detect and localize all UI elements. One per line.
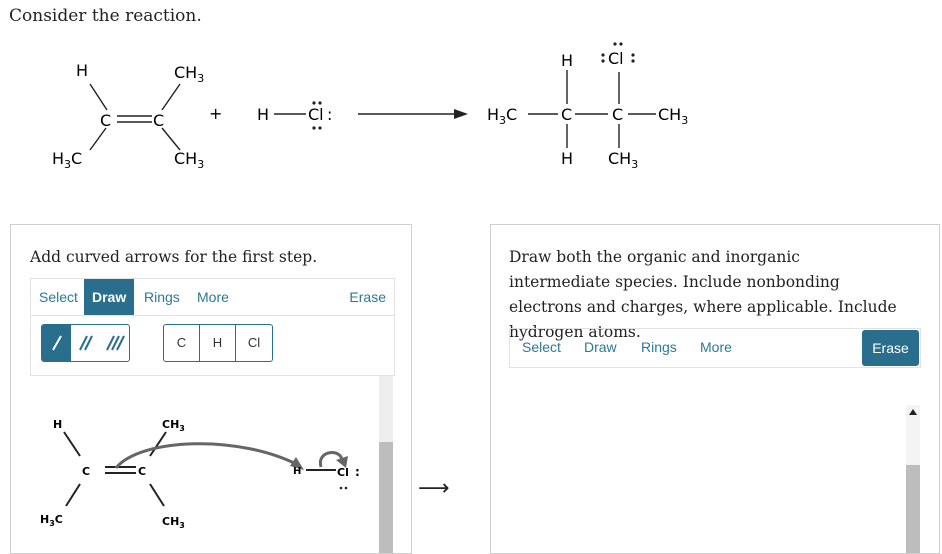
reaction-arrowhead — [454, 109, 468, 119]
atom-group: C H Cl — [163, 324, 273, 362]
p-h-top: H — [561, 51, 573, 70]
question-intro: Consider the reaction. — [9, 6, 202, 26]
svg-text:H3C: H3C — [487, 105, 517, 127]
cv-c-right: C — [138, 465, 146, 478]
r1-c-left: C — [100, 111, 111, 130]
p-c2: C — [612, 105, 623, 124]
svg-text:CH3: CH3 — [162, 515, 185, 530]
reaction-scheme: H CH3 C C H3C CH3 + H Cl : H3C C C H Cl … — [52, 42, 688, 171]
p-cl: Cl — [608, 49, 624, 68]
between-arrow: ⟶ — [418, 476, 450, 501]
right-toolbar: Select Draw Rings More Erase — [509, 328, 921, 368]
r1-h3c: H — [52, 149, 64, 168]
right-scrollbar-thumb[interactable] — [906, 465, 920, 553]
p-ch3-bottom: CH — [608, 149, 631, 168]
p-ch3-right: CH — [658, 105, 681, 124]
r1-ch3-bottom: CH — [174, 149, 197, 168]
cv-h-hcl: H — [293, 466, 301, 477]
svg-text:CH3: CH3 — [174, 149, 204, 171]
hcl-cl: Cl — [308, 105, 324, 124]
single-bond-button[interactable] — [42, 325, 71, 361]
cv-c-left: C — [82, 465, 90, 478]
svg-text:CH3: CH3 — [658, 105, 688, 127]
atom-c-button[interactable]: C — [164, 325, 200, 361]
svg-text:H3C: H3C — [40, 513, 63, 528]
svg-text:CH3: CH3 — [174, 63, 204, 85]
p-h-bottom: H — [561, 149, 573, 168]
cv-ch3-top: CH — [162, 418, 179, 431]
intermediate-panel: Draw both the organic and inorganic inte… — [490, 224, 940, 554]
triple-bond-button[interactable] — [100, 325, 129, 361]
atom-h-button[interactable]: H — [200, 325, 236, 361]
p-c1: C — [561, 105, 572, 124]
cv-h-left: H — [53, 418, 62, 431]
drawing-canvas[interactable]: H C C CH3 H3C CH3 H Cl : — [30, 376, 380, 551]
hcl-colon: : — [327, 105, 332, 124]
right-select-tab[interactable]: Select — [514, 329, 569, 365]
r1-ch3-top: CH — [174, 63, 197, 82]
left-scrollbar-thumb[interactable] — [379, 442, 393, 553]
right-drawing-canvas[interactable] — [509, 405, 904, 553]
left-instruction: Add curved arrows for the first step. — [30, 248, 318, 266]
svg-text:CH3: CH3 — [162, 418, 185, 433]
right-rings-tab[interactable]: Rings — [633, 329, 685, 365]
cv-colon: : — [355, 465, 360, 479]
atom-cl-button[interactable]: Cl — [236, 325, 272, 361]
right-more-tab[interactable]: More — [692, 329, 740, 365]
r1-c-right: C — [153, 111, 164, 130]
double-bond-button[interactable] — [71, 325, 100, 361]
more-tab[interactable]: More — [189, 279, 237, 315]
select-tab[interactable]: Select — [31, 279, 86, 315]
draw-tab[interactable]: Draw — [84, 279, 135, 315]
r1-h-left: H — [76, 61, 88, 80]
left-toolbar: Select Draw Rings More Erase — [30, 278, 395, 316]
cv-cl: Cl — [337, 466, 349, 479]
bond-group — [41, 324, 130, 362]
curved-arrow-panel: Add curved arrows for the first step. Se… — [10, 224, 412, 554]
triple-bond-icon — [105, 335, 125, 351]
erase-link[interactable]: Erase — [341, 279, 394, 315]
svg-text:H3C: H3C — [52, 149, 82, 171]
single-bond-icon — [51, 335, 62, 351]
scroll-up-icon[interactable] — [908, 408, 918, 416]
plus-sign: + — [209, 104, 222, 123]
bond-atom-toolbar: C H Cl — [30, 316, 395, 376]
cv-ch3-bottom: CH — [162, 515, 179, 528]
hcl-h: H — [257, 105, 269, 124]
right-draw-tab[interactable]: Draw — [576, 329, 625, 365]
p-h3c: H — [487, 105, 499, 124]
cv-h3c: H — [40, 513, 49, 526]
svg-text:CH3: CH3 — [608, 149, 638, 171]
double-bond-icon — [78, 335, 93, 351]
rings-tab[interactable]: Rings — [136, 279, 188, 315]
right-erase-button[interactable]: Erase — [862, 330, 919, 366]
